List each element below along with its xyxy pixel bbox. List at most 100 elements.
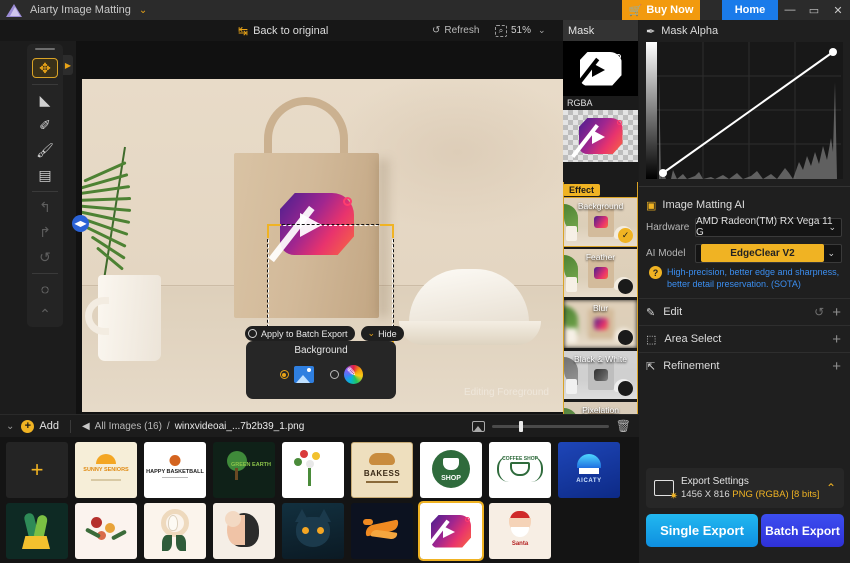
maximize-button[interactable]: ▭ — [802, 0, 826, 20]
paint-roller-tool[interactable]: ▤ — [32, 166, 58, 185]
area-select-icon: ⬚ — [646, 333, 657, 346]
restore-brush-tool[interactable]: ✐ — [32, 116, 58, 135]
film-strip: + SUNNY SENIORS HAPPY BASKETBALL GREEN E… — [0, 437, 639, 563]
thumb-bakess[interactable]: BAKESS — [351, 442, 413, 498]
delete-icon[interactable]: 🗑 — [616, 419, 631, 433]
color-picker-icon[interactable] — [343, 365, 363, 384]
hardware-label: Hardware — [646, 221, 690, 233]
effect-badge-icon — [618, 279, 633, 294]
expand-tool-panel-arrow[interactable]: ▶ — [63, 55, 73, 75]
hide-button[interactable]: ⌄ Hide — [360, 326, 404, 341]
hardware-row: Hardware AMD Radeon(TM) RX Vega 11 G ⌄ — [639, 216, 850, 238]
chevron-down-icon[interactable]: ⌄ — [538, 25, 546, 36]
thumb-plant-logo[interactable] — [6, 503, 68, 559]
hardware-value: AMD Radeon(TM) RX Vega 11 G — [696, 216, 833, 238]
effect-item-background[interactable]: Background ✓ — [563, 197, 638, 247]
expand-icon[interactable]: + — [832, 304, 841, 321]
effect-label: Black & White — [574, 354, 627, 364]
accordion-refinement[interactable]: ⇱ Refinement + — [639, 352, 850, 379]
add-images-button[interactable]: + Add — [21, 419, 59, 433]
radio-selected-icon[interactable] — [279, 370, 289, 379]
rail-drag-handle[interactable] — [35, 48, 55, 51]
buy-now-button[interactable]: 🛒 Buy Now — [622, 0, 700, 20]
background-image-option[interactable] — [279, 366, 314, 383]
mask-alpha-curve-widget[interactable] — [646, 42, 843, 179]
thumb-bird[interactable] — [351, 503, 413, 559]
undo-icon[interactable]: ↺ — [814, 305, 824, 319]
radio-icon[interactable] — [329, 370, 339, 379]
panel-divider — [639, 186, 850, 187]
thumb-aicaty[interactable]: AICATY — [558, 442, 620, 498]
marquee-tool[interactable]: ◌ — [32, 280, 58, 299]
apply-to-batch-export-checkbox[interactable]: Apply to Batch Export — [245, 326, 355, 341]
ai-model-row: AI Model EdgeClear V2 ⌄ — [639, 242, 850, 264]
collapse-export-icon[interactable]: ⌃ — [826, 481, 836, 495]
thumb-santa[interactable]: Santa — [489, 503, 551, 559]
collapse-strip-icon[interactable]: ⌄ — [6, 421, 14, 432]
redo-tool[interactable]: ↱ — [32, 223, 58, 242]
expand-icon[interactable]: + — [832, 358, 841, 375]
thumbnail-size-slider[interactable] — [491, 420, 609, 432]
refresh-button[interactable]: ↺ Refresh — [432, 25, 479, 36]
image-matting-ai-header: ▣ Image Matting AI — [639, 194, 850, 216]
hardware-dropdown[interactable]: AMD Radeon(TM) RX Vega 11 G ⌄ — [695, 216, 842, 238]
breadcrumb-root[interactable]: All Images (16) — [95, 421, 162, 432]
effect-item-feather[interactable]: Feather — [564, 249, 637, 297]
thumb-happy-basketball[interactable]: HAPPY BASKETBALL — [144, 442, 206, 498]
background-color-option[interactable] — [329, 365, 363, 384]
thumb-coffee-shop-1[interactable]: SHOP — [420, 442, 482, 498]
add-image-cell[interactable]: + — [6, 442, 68, 498]
move-tool[interactable]: ✥ — [32, 58, 58, 78]
thumb-cat[interactable] — [282, 503, 344, 559]
chevron-down-icon: ⌄ — [828, 221, 836, 232]
thumb-label: GREEN EARTH — [230, 462, 271, 468]
export-settings-card[interactable]: Export Settings 1456 X 816 PNG (RGBA) [8… — [646, 468, 844, 508]
thumb-green-earth[interactable]: GREEN EARTH — [213, 442, 275, 498]
eraser-tool[interactable]: ◣ — [32, 91, 58, 110]
home-button[interactable]: Home — [722, 0, 778, 20]
rail-divider — [32, 273, 58, 274]
chevron-down-icon[interactable]: ⌄ — [139, 5, 147, 16]
brush-tool[interactable]: 🖌 — [32, 141, 58, 160]
effect-tag-label: Effect — [563, 184, 601, 196]
accordion-edit[interactable]: ✎ Edit ↺ + — [639, 298, 850, 325]
single-export-button[interactable]: Single Export — [646, 514, 759, 547]
checkbox-circle-icon — [248, 329, 257, 338]
undo-tool[interactable]: ↰ — [32, 198, 58, 217]
before-after-split-handle[interactable]: ◀▶ — [72, 215, 89, 232]
thumb-flowers-1[interactable] — [282, 442, 344, 498]
reset-tool[interactable]: ↺ — [32, 248, 58, 267]
effect-item-black-and-white[interactable]: Black & White — [564, 351, 637, 399]
help-icon[interactable]: ? — [649, 266, 662, 279]
breadcrumb-back-icon[interactable]: ◀ — [82, 421, 90, 432]
zoom-control[interactable]: ⌕ 51% ⌄ — [495, 24, 546, 37]
export-buttons-row: Single Export Batch Export — [646, 514, 844, 547]
slider-knob[interactable] — [518, 420, 523, 432]
mask-preview-thumbnail[interactable] — [563, 41, 638, 96]
thumb-sunny-seniors[interactable]: SUNNY SENIORS — [75, 442, 137, 498]
accordion-area-select[interactable]: ⬚ Area Select + — [639, 325, 850, 352]
thumb-tag-logo[interactable] — [418, 501, 484, 561]
curve-plot[interactable] — [657, 42, 843, 179]
batch-export-button[interactable]: Batch Export — [761, 514, 844, 547]
rgba-preview-thumbnail[interactable] — [563, 110, 638, 162]
mask-tab[interactable]: Mask — [563, 20, 638, 41]
image-swatch-icon[interactable] — [293, 366, 314, 383]
ai-model-dropdown[interactable]: EdgeClear V2 ⌄ — [695, 243, 842, 263]
minimize-button[interactable]: — — [778, 0, 802, 20]
back-to-original-button[interactable]: ↹ Back to original — [238, 24, 328, 38]
thumb-flowers-2[interactable] — [75, 503, 137, 559]
thumb-portrait[interactable] — [213, 503, 275, 559]
add-label: Add — [39, 420, 59, 432]
thumb-lily[interactable] — [144, 503, 206, 559]
effect-item-blur[interactable]: Blur — [564, 300, 637, 348]
close-button[interactable]: ✕ — [826, 0, 850, 20]
eyedropper-icon[interactable]: ✒ — [646, 25, 655, 38]
collapse-rail-button[interactable]: ⌃ — [32, 305, 58, 324]
refresh-icon: ↺ — [432, 25, 441, 36]
expand-icon[interactable]: + — [832, 331, 841, 348]
editing-foreground-watermark: Editing Foreground — [463, 387, 549, 398]
ai-model-label: AI Model — [646, 247, 686, 259]
thumb-coffee-shop-2[interactable]: COFFEE SHOP — [489, 442, 551, 498]
breadcrumb: ◀ All Images (16) / winxvideoai_...7b2b3… — [82, 421, 304, 432]
